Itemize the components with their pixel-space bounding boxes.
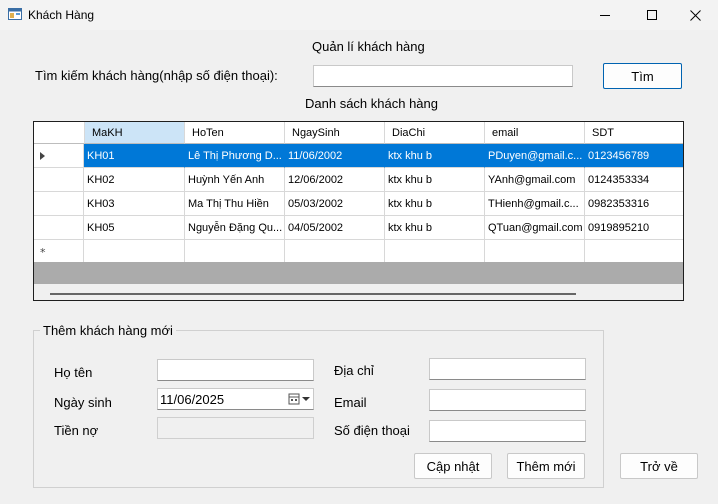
row-header[interactable] — [34, 168, 84, 192]
calendar-dropdown-icon[interactable] — [288, 392, 312, 406]
window-title: Khách Hàng — [28, 8, 95, 22]
update-button[interactable]: Cập nhật — [414, 453, 492, 479]
cell-email[interactable]: THienh@gmail.c... — [485, 192, 585, 216]
cell-sdt[interactable] — [585, 240, 683, 264]
row-header[interactable] — [34, 144, 84, 168]
column-header-sdt[interactable]: SDT — [585, 122, 683, 144]
cell-ngaysinh[interactable]: 12/06/2002 — [285, 168, 385, 192]
email-field[interactable] — [429, 389, 586, 411]
cell-ngaysinh[interactable]: 04/05/2002 — [285, 216, 385, 240]
row-header[interactable] — [34, 192, 84, 216]
row-header[interactable]: * — [34, 240, 84, 264]
add-button[interactable]: Thêm mới — [507, 453, 585, 479]
dob-value: 11/06/2025 — [160, 392, 225, 407]
table-row[interactable]: KH03 Ma Thị Thu Hiền 05/03/2002 ktx khu … — [34, 192, 683, 216]
cell-diachi[interactable] — [385, 240, 485, 264]
email-label: Email — [334, 395, 367, 410]
table-row[interactable]: KH05 Nguyễn Đặng Qu... 04/05/2002 ktx kh… — [34, 216, 683, 240]
new-row[interactable]: * — [34, 240, 683, 264]
search-label: Tìm kiếm khách hàng(nhập số điện thoại): — [35, 68, 278, 83]
cell-makh[interactable]: KH02 — [84, 168, 185, 192]
address-field[interactable] — [429, 358, 586, 380]
cell-ngaysinh[interactable]: 11/06/2002 — [285, 144, 385, 168]
column-header-email[interactable]: email — [485, 122, 585, 144]
cell-sdt[interactable]: 0919895210 — [585, 216, 683, 240]
cell-diachi[interactable]: ktx khu b — [385, 144, 485, 168]
phone-field[interactable] — [429, 420, 586, 442]
cell-email[interactable]: YAnh@gmail.com — [485, 168, 585, 192]
debt-label: Tiền nợ — [54, 423, 99, 438]
cell-sdt[interactable]: 0124353334 — [585, 168, 683, 192]
row-header[interactable] — [34, 216, 84, 240]
minimize-button[interactable] — [582, 0, 628, 30]
grid-title: Danh sách khách hàng — [305, 96, 438, 111]
cell-hoten[interactable]: Ma Thị Thu Hiền — [185, 192, 285, 216]
cell-diachi[interactable]: ktx khu b — [385, 216, 485, 240]
scrollbar-thumb[interactable] — [50, 293, 576, 295]
column-header-makh[interactable]: MaKH — [85, 122, 185, 144]
cell-makh[interactable]: KH03 — [84, 192, 185, 216]
grid-empty-area — [34, 262, 683, 284]
current-row-arrow-icon — [40, 152, 45, 160]
cell-diachi[interactable]: ktx khu b — [385, 168, 485, 192]
name-label: Họ tên — [54, 365, 93, 380]
name-field[interactable] — [157, 359, 314, 381]
cell-ngaysinh[interactable]: 05/03/2002 — [285, 192, 385, 216]
table-row[interactable]: KH02 Huỳnh Yến Anh 12/06/2002 ktx khu b … — [34, 168, 683, 192]
cell-email[interactable]: PDuyen@gmail.c... — [485, 144, 585, 168]
column-header-ngaysinh[interactable]: NgaySinh — [285, 122, 385, 144]
cell-makh[interactable]: KH01 — [84, 144, 185, 168]
customer-grid[interactable]: MaKH HoTen NgaySinh DiaChi email SDT KH0… — [33, 121, 684, 301]
cell-email[interactable]: QTuan@gmail.com — [485, 216, 585, 240]
cell-makh[interactable]: KH05 — [84, 216, 185, 240]
search-input[interactable] — [313, 65, 573, 87]
cell-hoten[interactable] — [185, 240, 285, 264]
cell-hoten[interactable]: Huỳnh Yến Anh — [185, 168, 285, 192]
phone-label: Số điện thoại — [334, 423, 410, 438]
debt-field — [157, 417, 314, 439]
close-button[interactable] — [672, 0, 718, 30]
horizontal-scrollbar[interactable] — [34, 284, 683, 300]
cell-diachi[interactable]: ktx khu b — [385, 192, 485, 216]
cell-ngaysinh[interactable] — [285, 240, 385, 264]
cell-email[interactable] — [485, 240, 585, 264]
search-button[interactable]: Tìm — [603, 63, 682, 89]
page-title: Quản lí khách hàng — [312, 39, 425, 54]
table-row[interactable]: KH01 Lê Thị Phương D... 11/06/2002 ktx k… — [34, 144, 683, 168]
new-row-asterisk-icon: * — [40, 246, 46, 259]
grid-corner[interactable] — [34, 122, 85, 144]
back-button[interactable]: Trở về — [620, 453, 698, 479]
maximize-button[interactable] — [629, 0, 675, 30]
cell-hoten[interactable]: Lê Thị Phương D... — [185, 144, 285, 168]
dob-label: Ngày sinh — [54, 395, 112, 410]
cell-sdt[interactable]: 0123456789 — [585, 144, 683, 168]
column-header-diachi[interactable]: DiaChi — [385, 122, 485, 144]
app-icon — [8, 8, 22, 20]
column-header-hoten[interactable]: HoTen — [185, 122, 285, 144]
cell-hoten[interactable]: Nguyễn Đặng Qu... — [185, 216, 285, 240]
cell-makh[interactable] — [84, 240, 185, 264]
svg-text:*: * — [40, 246, 46, 259]
cell-sdt[interactable]: 0982353316 — [585, 192, 683, 216]
address-label: Địa chỉ — [334, 363, 374, 378]
group-legend: Thêm khách hàng mới — [40, 323, 176, 338]
title-bar: Khách Hàng — [0, 0, 718, 30]
dob-datepicker[interactable]: 11/06/2025 — [157, 388, 314, 410]
